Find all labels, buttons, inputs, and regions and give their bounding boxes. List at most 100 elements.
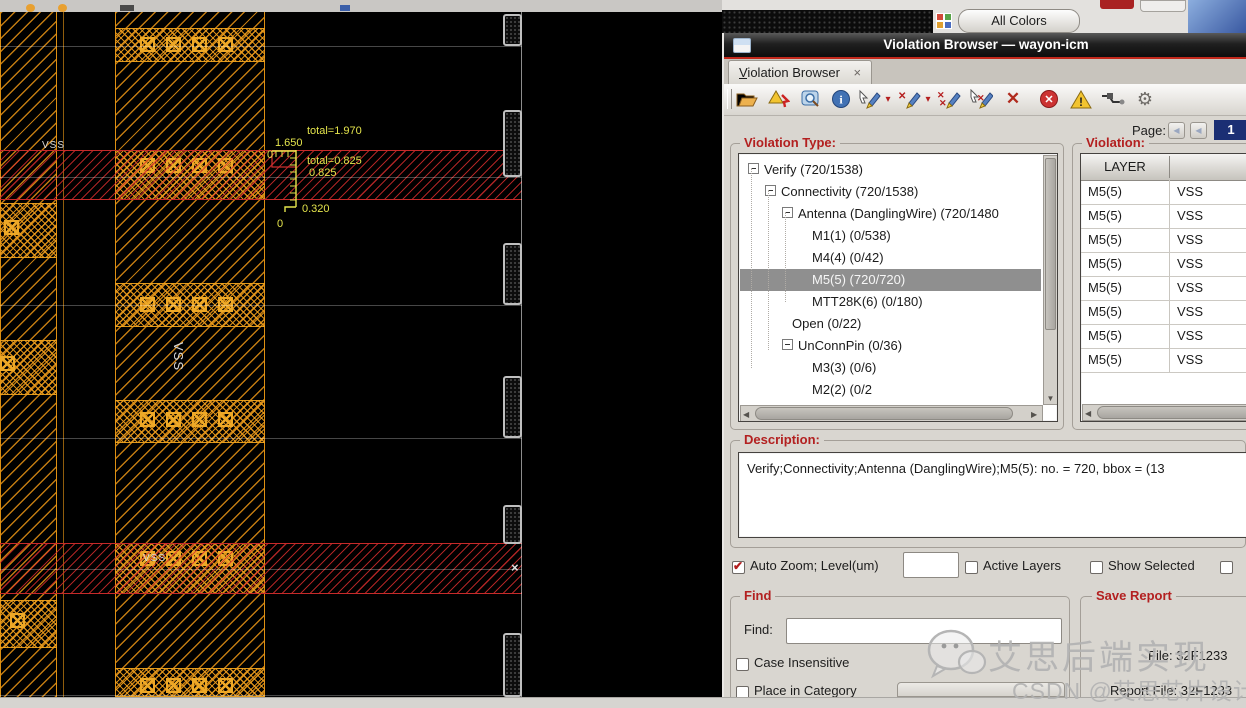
- via: [218, 678, 233, 693]
- warning-button[interactable]: !: [1068, 86, 1094, 112]
- description-textarea[interactable]: Verify;Connectivity;Antenna (DanglingWir…: [738, 452, 1246, 538]
- violation-table[interactable]: LAYER M5(5) VSS M5(5) VSS M5(5) VSS M5(5) VS…: [1080, 153, 1246, 422]
- delete-button[interactable]: ✕: [1000, 86, 1026, 112]
- tree-item[interactable]: Connectivity (720/1538): [740, 181, 1041, 203]
- watermark-line2: CSDN @艾思芯片设计: [1012, 678, 1246, 704]
- svg-text:✕: ✕: [1044, 94, 1053, 106]
- tree-item[interactable]: UnConnPin (0/36): [740, 335, 1041, 357]
- auto-zoom-checkbox[interactable]: [732, 559, 745, 574]
- table-row[interactable]: M5(5) VSS: [1081, 252, 1246, 277]
- clear-markers-button[interactable]: ✕ ✕: [936, 86, 962, 112]
- window-titlebar[interactable]: Violation Browser — wayon-icm: [724, 33, 1246, 57]
- description-label: Description:: [740, 433, 824, 447]
- place-in-category-checkbox[interactable]: [736, 686, 749, 697]
- table-row[interactable]: M5(5) VSS: [1081, 204, 1246, 229]
- tree-guide: [751, 168, 753, 368]
- cropped-red-button: [1100, 0, 1134, 9]
- via: [218, 37, 233, 52]
- select-marker-button[interactable]: ✕: [968, 86, 994, 112]
- table-hscrollbar[interactable]: ◀: [1082, 404, 1246, 421]
- page-current[interactable]: 1: [1214, 120, 1246, 140]
- ruler-annotation: total=1.970 1.650 0 total=0.825 0.825 0.…: [267, 125, 362, 230]
- column-divider[interactable]: [1169, 156, 1170, 178]
- page-prev-button[interactable]: ◀: [1190, 122, 1207, 139]
- grid-line: [0, 438, 522, 439]
- active-layers-label: Active Layers: [983, 558, 1062, 573]
- tab-label: Violation Browser: [739, 65, 840, 80]
- collapse-icon[interactable]: [748, 163, 759, 174]
- find-label: Find:: [744, 622, 773, 637]
- ruler-zero-bottom: 0: [277, 218, 283, 230]
- tree-vscrollbar[interactable]: ▼: [1043, 155, 1057, 405]
- info-button[interactable]: i: [828, 86, 854, 112]
- active-layers-checkbox[interactable]: [965, 561, 978, 574]
- all-colors-button[interactable]: All Colors: [958, 9, 1080, 33]
- dropdown-icon[interactable]: ▾: [882, 86, 894, 112]
- open-button[interactable]: [734, 86, 760, 112]
- table-row[interactable]: M5(5) VSS: [1081, 348, 1246, 373]
- scroll-right-arrow[interactable]: ▶: [1031, 410, 1037, 419]
- pin-rect: [503, 376, 522, 438]
- scroll-left-arrow[interactable]: ◀: [743, 410, 749, 419]
- scroll-left-arrow[interactable]: ◀: [1085, 409, 1091, 418]
- scroll-thumb[interactable]: [755, 407, 1013, 420]
- tab-mnemonic-underline: [739, 78, 747, 79]
- disable-button[interactable]: ✕: [1036, 86, 1062, 112]
- collapse-icon[interactable]: [765, 185, 776, 196]
- table-row[interactable]: M5(5) VSS: [1081, 276, 1246, 301]
- toolbar-grip[interactable]: [727, 89, 732, 109]
- table-row[interactable]: M5(5) VSS: [1081, 300, 1246, 325]
- cropped-checkbox[interactable]: [1220, 561, 1233, 574]
- via: [192, 678, 207, 693]
- ruler-val1: 1.650: [275, 137, 303, 149]
- tree-guide: [768, 190, 770, 350]
- show-selected-label: Show Selected: [1108, 558, 1195, 573]
- probe-button[interactable]: [1100, 86, 1126, 112]
- place-in-category-label: Place in Category: [754, 683, 857, 697]
- violation-type-tree[interactable]: Verify (720/1538) Connectivity (720/1538…: [738, 153, 1058, 422]
- page-first-button[interactable]: ◀: [1168, 122, 1185, 139]
- collapse-icon[interactable]: [782, 339, 793, 350]
- tree-hscrollbar[interactable]: ◀ ▶: [740, 405, 1043, 421]
- svg-text:✕: ✕: [898, 91, 906, 102]
- via-band: [115, 400, 265, 443]
- net-label-vss-vertical: VSS: [171, 342, 186, 372]
- via: [218, 412, 233, 427]
- zoom-to-fit-button[interactable]: [798, 86, 824, 112]
- auto-zoom-label: Auto Zoom; Level(um): [750, 558, 879, 573]
- column-header-layer: LAYER: [1104, 159, 1146, 174]
- tab-close-icon[interactable]: ×: [854, 65, 862, 80]
- scroll-thumb[interactable]: [1045, 158, 1056, 330]
- via: [10, 613, 25, 628]
- layout-canvas[interactable]: VSS VSS VSS × total=1.970 1.650 0 total=…: [0, 12, 722, 697]
- case-insensitive-checkbox[interactable]: [736, 658, 749, 671]
- prev-marker-button[interactable]: ✕: [896, 86, 922, 112]
- window-title: Violation Browser — wayon-icm: [883, 37, 1089, 52]
- pin-rect: [503, 243, 522, 305]
- table-row[interactable]: M5(5) VSS: [1081, 180, 1246, 205]
- tree-item[interactable]: Verify (720/1538): [740, 159, 1041, 181]
- show-selected-checkbox[interactable]: [1090, 561, 1103, 574]
- grid-line: [0, 46, 522, 47]
- toolbar-fragment-icon: [26, 4, 35, 12]
- window-icon: [733, 38, 751, 53]
- table-row[interactable]: M5(5) VSS: [1081, 228, 1246, 253]
- wechat-icon: [927, 629, 987, 679]
- level-input[interactable]: [903, 552, 959, 578]
- tree-item[interactable]: M2(2) (0/2: [740, 379, 1041, 401]
- table-header[interactable]: LAYER: [1081, 154, 1246, 181]
- via: [166, 412, 181, 427]
- grid-line: [0, 305, 522, 306]
- tree-item[interactable]: Open (0/22): [740, 313, 1041, 335]
- scroll-down-arrow[interactable]: ▼: [1044, 394, 1057, 403]
- tab-violation-browser[interactable]: Violation Browser ×: [728, 60, 873, 84]
- scroll-thumb[interactable]: [1097, 406, 1246, 419]
- collapse-icon[interactable]: [782, 207, 793, 218]
- settings-gear-icon[interactable]: ⚙: [1132, 86, 1158, 112]
- select-next-marker-button[interactable]: [856, 86, 882, 112]
- table-row[interactable]: M5(5) VSS: [1081, 324, 1246, 349]
- dropdown-icon[interactable]: ▾: [922, 86, 934, 112]
- cropped-button-outline: [1140, 0, 1186, 12]
- tree-item[interactable]: M3(3) (0/6): [740, 357, 1041, 379]
- highlight-violation-button[interactable]: [766, 86, 792, 112]
